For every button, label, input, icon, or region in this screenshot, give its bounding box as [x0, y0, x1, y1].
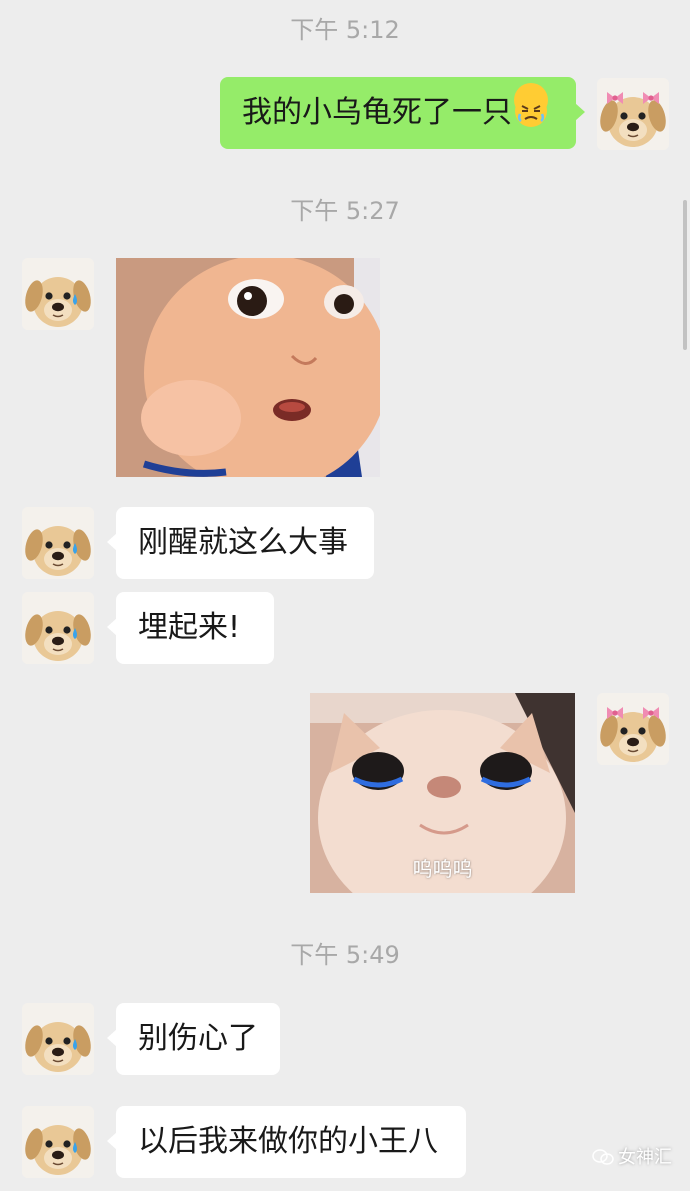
- angry-face-emoji: [514, 83, 548, 127]
- watermark-text: 女神汇: [618, 1147, 672, 1168]
- outgoing-message-bubble[interactable]: 我的小乌龟死了一只: [220, 77, 585, 149]
- incoming-message-bubble[interactable]: 以后我来做你的小王八: [107, 1106, 466, 1178]
- incoming-message-bubble[interactable]: 别伤心了: [107, 1003, 280, 1075]
- message-text: 以后我来做你的小王八: [138, 1124, 438, 1159]
- crying-dog-avatar-icon: [22, 1003, 94, 1075]
- crying-dog-avatar-icon: [22, 592, 94, 664]
- angry-face-icon: [515, 95, 547, 127]
- startled-baby-sticker[interactable]: [116, 258, 380, 477]
- crying-dog-avatar-icon: [22, 258, 94, 330]
- dog-with-bows-avatar-icon: [597, 693, 669, 765]
- timestamp: 下午 5:27: [290, 197, 400, 225]
- crying-dog-avatar-icon: [22, 1106, 94, 1178]
- scrollbar[interactable]: [683, 200, 687, 350]
- message-text: 我的小乌龟死了一只: [242, 95, 512, 130]
- contact-avatar[interactable]: [22, 258, 94, 330]
- timestamp: 下午 5:12: [290, 16, 400, 44]
- contact-avatar[interactable]: [22, 1106, 94, 1178]
- incoming-message-bubble[interactable]: 埋起来!: [107, 592, 274, 664]
- contact-avatar[interactable]: [22, 592, 94, 664]
- message-text: 埋起来!: [138, 610, 241, 645]
- dog-with-bows-avatar-icon: [597, 78, 669, 150]
- watermark: 女神汇: [592, 1143, 672, 1169]
- sticker-caption: 呜呜呜: [412, 857, 473, 881]
- message-text: 别伤心了: [138, 1021, 258, 1056]
- incoming-message-bubble[interactable]: 刚醒就这么大事: [107, 507, 374, 579]
- contact-avatar[interactable]: [22, 507, 94, 579]
- message-text: 刚醒就这么大事: [138, 525, 348, 560]
- self-avatar[interactable]: [597, 78, 669, 150]
- self-avatar[interactable]: [597, 693, 669, 765]
- wechat-logo-icon: [592, 1149, 614, 1165]
- contact-avatar[interactable]: [22, 1003, 94, 1075]
- crying-dog-avatar-icon: [22, 507, 94, 579]
- timestamp: 下午 5:49: [290, 941, 400, 969]
- startled-baby-image: [116, 258, 380, 477]
- chat-area[interactable]: 下午 5:12 我的小乌龟死了一只 下午 5:27 刚醒就这么大事 埋起来! 呜…: [0, 0, 690, 1191]
- crying-cat-sticker[interactable]: 呜呜呜: [310, 693, 575, 893]
